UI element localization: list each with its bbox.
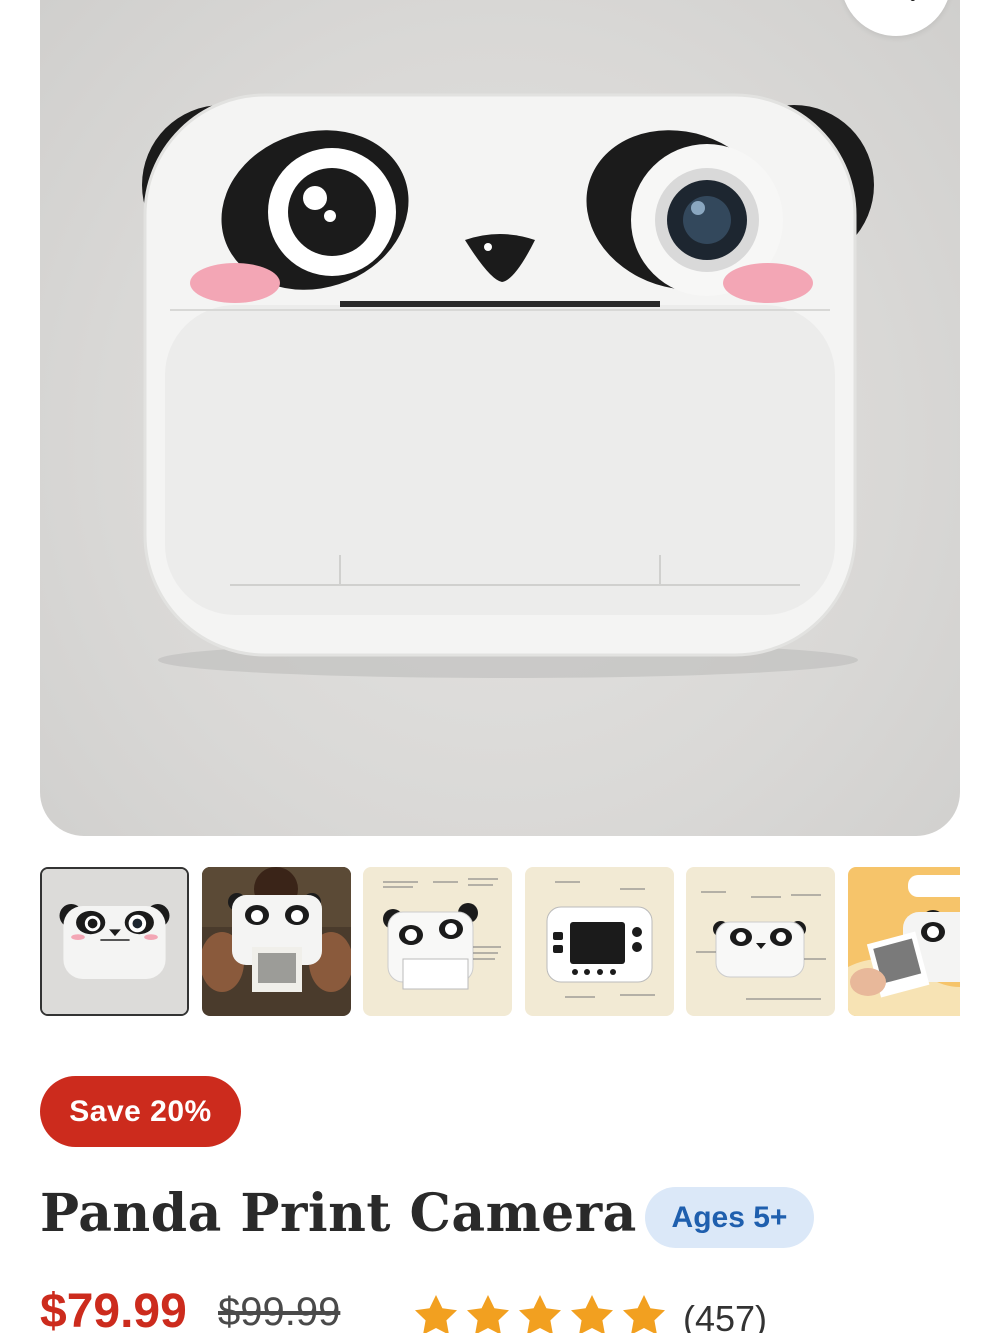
- thumbnail-6[interactable]: [848, 867, 960, 1016]
- age-badge: Ages 5+: [645, 1187, 814, 1248]
- review-count[interactable]: (457): [683, 1298, 767, 1333]
- product-main-image[interactable]: [40, 0, 960, 836]
- thumbnail-3[interactable]: [363, 867, 512, 1016]
- star-rating[interactable]: [412, 1292, 668, 1333]
- star-icon: [519, 1295, 561, 1333]
- star-icon: [467, 1295, 509, 1333]
- thumbnail-1[interactable]: [40, 867, 189, 1016]
- star-icon: [571, 1295, 613, 1333]
- product-title: Panda Print Camera: [40, 1183, 637, 1244]
- thumbnail-2[interactable]: [202, 867, 351, 1016]
- panda-camera-image: [142, 93, 874, 678]
- thumbnail-strip[interactable]: [40, 867, 960, 1017]
- star-icon: [415, 1295, 457, 1333]
- search-icon: [910, 0, 916, 1]
- star-icon: [623, 1295, 665, 1333]
- thumbnail-5[interactable]: [686, 867, 835, 1016]
- compare-at-price: $99.99: [218, 1290, 341, 1333]
- save-badge: Save 20%: [40, 1076, 241, 1147]
- thumbnail-4[interactable]: [525, 867, 674, 1016]
- sale-price: $79.99: [40, 1285, 187, 1333]
